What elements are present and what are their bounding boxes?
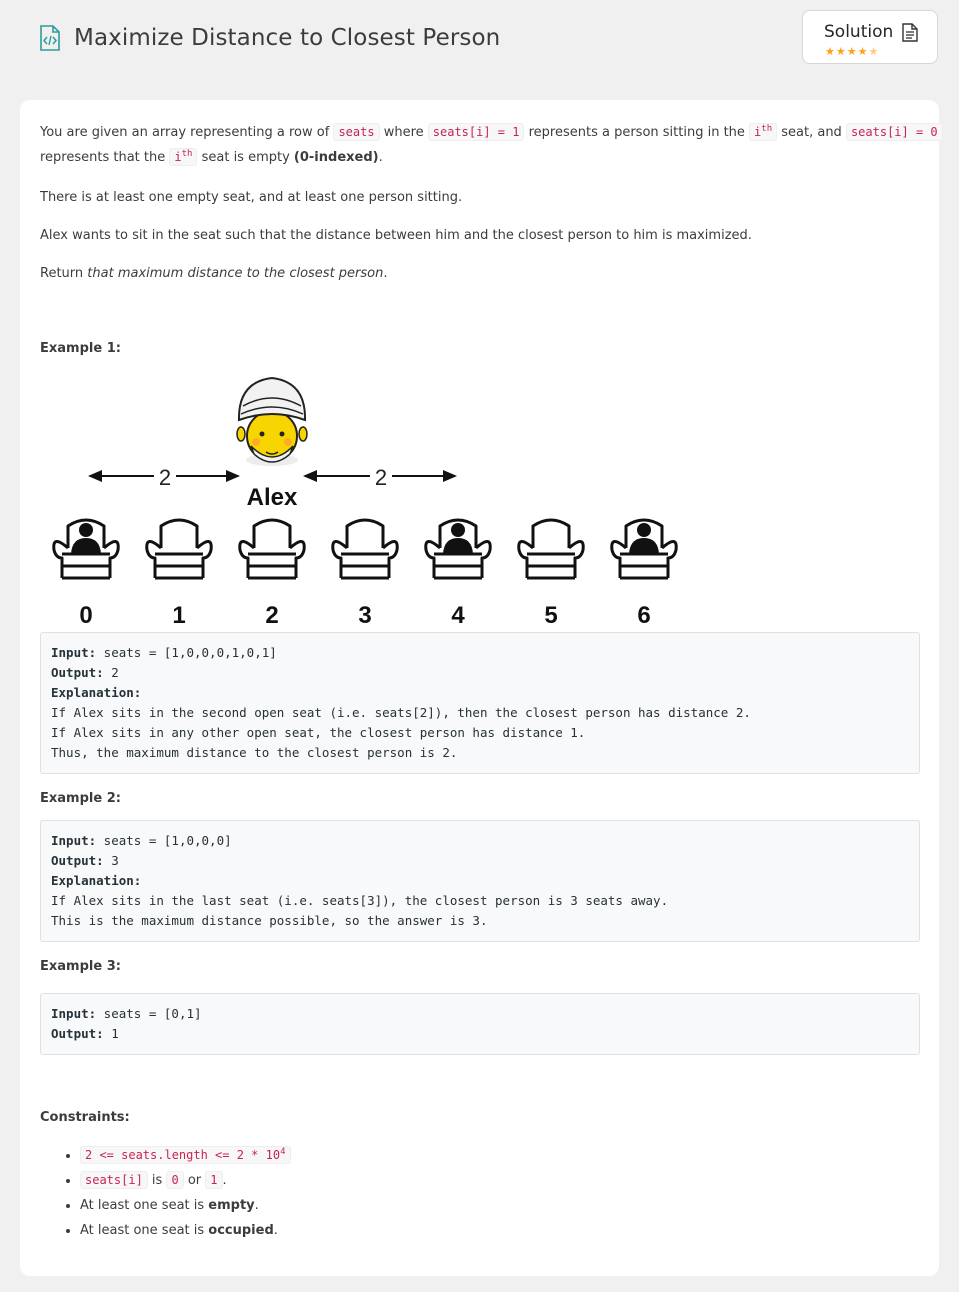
text: . <box>222 1173 227 1188</box>
superscript: 4 <box>280 1147 286 1157</box>
occupied-seat-icon <box>52 518 120 580</box>
input-label: Input: <box>51 1006 97 1021</box>
explanation-text: If Alex sits in the last seat (i.e. seat… <box>51 893 669 928</box>
example-3-heading: Example 3: <box>40 959 121 974</box>
description-paragraph-2: There is at least one empty seat, and at… <box>40 190 463 205</box>
output-value: 3 <box>103 853 119 868</box>
text: is <box>147 1173 167 1188</box>
input-value: seats = [1,0,0,0] <box>96 833 232 848</box>
distance-label-right: 2 <box>375 465 387 490</box>
inline-code: seats[i] = 0 <box>845 123 943 141</box>
bold-text: empty <box>208 1198 255 1213</box>
text: seat is empty <box>197 150 294 165</box>
superscript: th <box>761 124 773 134</box>
alex-avatar-icon <box>236 376 308 466</box>
document-icon <box>902 23 918 42</box>
code-text: 2 <= seats.length <= 2 * 10 <box>85 1148 281 1162</box>
text: or <box>183 1173 206 1188</box>
code-text: i <box>174 150 182 164</box>
text: . <box>378 150 383 165</box>
text: You are given an array representing a ro… <box>40 125 334 140</box>
text: represents that the <box>40 150 170 165</box>
seat-number-label: 0 <box>79 602 92 629</box>
superscript: th <box>181 149 193 159</box>
inline-code: seats <box>333 123 380 141</box>
description-paragraph-1: You are given an array representing a ro… <box>40 120 943 170</box>
output-label: Output: <box>51 665 104 680</box>
example-2-heading: Example 2: <box>40 791 121 806</box>
inline-code: ith <box>169 148 198 166</box>
example-1-code-block: Input: seats = [1,0,0,0,1,0,1] Output: 2… <box>40 632 920 774</box>
occupied-seat-icon <box>610 518 678 580</box>
solution-button[interactable]: Solution ★★★★★ <box>802 10 938 64</box>
input-label: Input: <box>51 833 97 848</box>
constraint-item: seats[i] is 0 or 1. <box>80 1168 291 1193</box>
problem-card: You are given an array representing a ro… <box>20 100 943 1276</box>
text: where <box>379 125 428 140</box>
inline-code: ith <box>749 123 778 141</box>
seat-number-label: 5 <box>544 602 557 629</box>
seat-number-label: 4 <box>451 602 465 629</box>
alex-label: Alex <box>247 484 298 511</box>
text: . <box>383 266 388 281</box>
output-label: Output: <box>51 1026 104 1041</box>
text: At least one seat is <box>80 1223 209 1238</box>
distance-arrow-left: 2 <box>88 463 240 490</box>
empty-seat-icon <box>517 518 585 580</box>
example-1-diagram: 2 2 Alex 0 1 2 3 4 5 6 <box>52 376 678 629</box>
empty-seat-icon <box>331 518 399 580</box>
explanation-text: If Alex sits in the second open seat (i.… <box>51 705 751 760</box>
input-label: Input: <box>51 645 97 660</box>
bold-text: (0-indexed) <box>293 150 379 165</box>
input-value: seats = [0,1] <box>96 1006 202 1021</box>
inline-code: 0 <box>166 1171 184 1189</box>
code-file-icon <box>40 25 60 51</box>
example-1-heading: Example 1: <box>40 341 121 356</box>
description-paragraph-4: Return that maximum distance to the clos… <box>40 261 388 286</box>
inline-code: seats[i] = 1 <box>427 123 525 141</box>
seat-number-label: 3 <box>358 602 371 629</box>
italic-text: that maximum distance to the closest per… <box>87 266 384 281</box>
occupied-seat-icon <box>424 518 492 580</box>
example-3-code-block: Input: seats = [0,1] Output: 1 <box>40 993 920 1055</box>
example-2-code-block: Input: seats = [1,0,0,0] Output: 3 Expla… <box>40 820 920 942</box>
inline-code: seats[i] <box>80 1171 148 1189</box>
rating-stars: ★★★★★ <box>825 45 880 58</box>
empty-seat-icon <box>145 518 213 580</box>
input-value: seats = [1,0,0,0,1,0,1] <box>96 645 277 660</box>
output-label: Output: <box>51 853 104 868</box>
text: . <box>254 1198 259 1213</box>
inline-code: 1 <box>205 1171 223 1189</box>
text: seat, and <box>777 125 846 140</box>
output-value: 1 <box>103 1026 119 1041</box>
text: At least one seat is <box>80 1198 209 1213</box>
constraints-list: 2 <= seats.length <= 2 * 104 seats[i] is… <box>40 1143 291 1243</box>
seat-number-label: 2 <box>265 602 278 629</box>
text: . <box>273 1223 278 1238</box>
inline-code: 2 <= seats.length <= 2 * 104 <box>80 1146 291 1164</box>
bold-text: occupied <box>208 1223 274 1238</box>
text: represents a person sitting in the <box>524 125 750 140</box>
explanation-label: Explanation: <box>51 873 142 888</box>
description-paragraph-3: Alex wants to sit in the seat such that … <box>40 228 752 243</box>
output-value: 2 <box>103 665 119 680</box>
distance-arrow-right: 2 <box>303 463 457 490</box>
constraint-item: At least one seat is occupied. <box>80 1218 291 1243</box>
explanation-label: Explanation: <box>51 685 142 700</box>
seat-number-label: 1 <box>172 602 185 629</box>
seats-row: 0 1 2 3 4 5 6 <box>52 518 678 629</box>
constraint-item: At least one seat is empty. <box>80 1193 291 1218</box>
solution-button-label: Solution <box>824 22 894 42</box>
seat-number-label: 6 <box>637 602 650 629</box>
page-header: Maximize Distance to Closest Person Solu… <box>0 0 959 82</box>
title-bar: Maximize Distance to Closest Person <box>38 24 500 52</box>
distance-label-left: 2 <box>159 465 171 490</box>
constraint-item: 2 <= seats.length <= 2 * 104 <box>80 1143 291 1168</box>
constraints-heading: Constraints: <box>40 1110 130 1125</box>
page-title: Maximize Distance to Closest Person <box>74 25 501 51</box>
text: Return <box>40 266 88 281</box>
empty-seat-icon <box>238 518 306 580</box>
